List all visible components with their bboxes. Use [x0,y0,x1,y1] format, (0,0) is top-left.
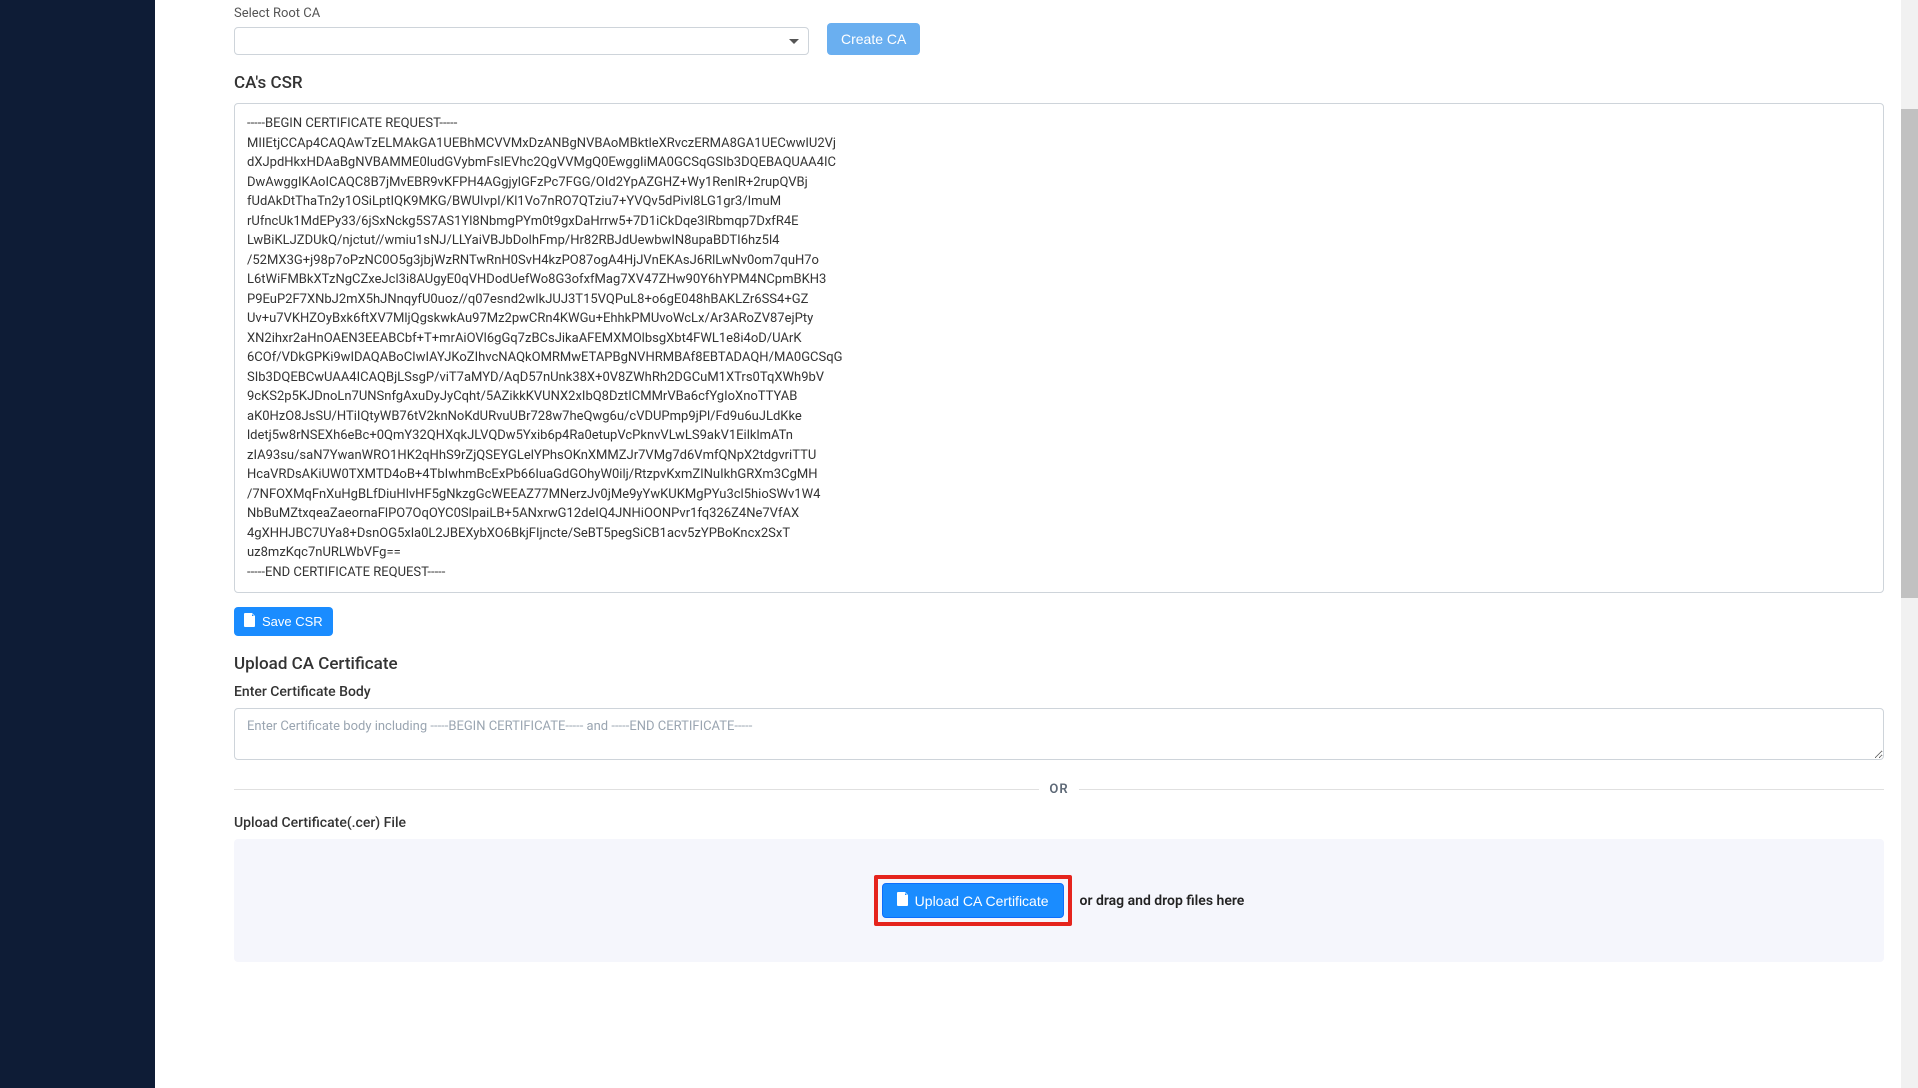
drag-drop-text: or drag and drop files here [1080,893,1245,909]
upload-file-label: Upload Certificate(.cer) File [234,815,1884,831]
or-divider: OR [234,782,1884,797]
sidebar [0,0,155,1088]
file-upload-icon [897,892,909,909]
main-content: Select Root CA Create CA CA's CSR -----B… [192,0,1918,1088]
root-ca-row: Select Root CA Create CA [234,6,1884,55]
upload-heading: Upload CA Certificate [234,654,1884,674]
upload-ca-cert-label: Upload CA Certificate [915,893,1049,909]
root-ca-label: Select Root CA [234,6,809,21]
root-ca-select[interactable] [234,27,809,55]
vertical-scrollbar[interactable] [1901,0,1918,1088]
divider-line [234,789,1039,790]
save-csr-label: Save CSR [262,614,323,629]
upload-dropzone[interactable]: Upload CA Certificate or drag and drop f… [234,839,1884,962]
file-save-icon [244,613,256,630]
scrollbar-thumb[interactable] [1901,109,1918,599]
divider-line [1079,789,1884,790]
upload-ca-cert-button[interactable]: Upload CA Certificate [882,883,1064,918]
cert-body-textarea[interactable] [234,708,1884,760]
highlight-box: Upload CA Certificate [874,875,1072,926]
sidebar-strip [155,0,192,1088]
or-text: OR [1049,782,1068,797]
create-ca-button[interactable]: Create CA [827,23,920,55]
csr-textarea[interactable]: -----BEGIN CERTIFICATE REQUEST----- MIIE… [234,103,1884,593]
csr-heading: CA's CSR [234,73,1884,93]
save-csr-button[interactable]: Save CSR [234,607,333,636]
cert-body-label: Enter Certificate Body [234,684,1884,700]
